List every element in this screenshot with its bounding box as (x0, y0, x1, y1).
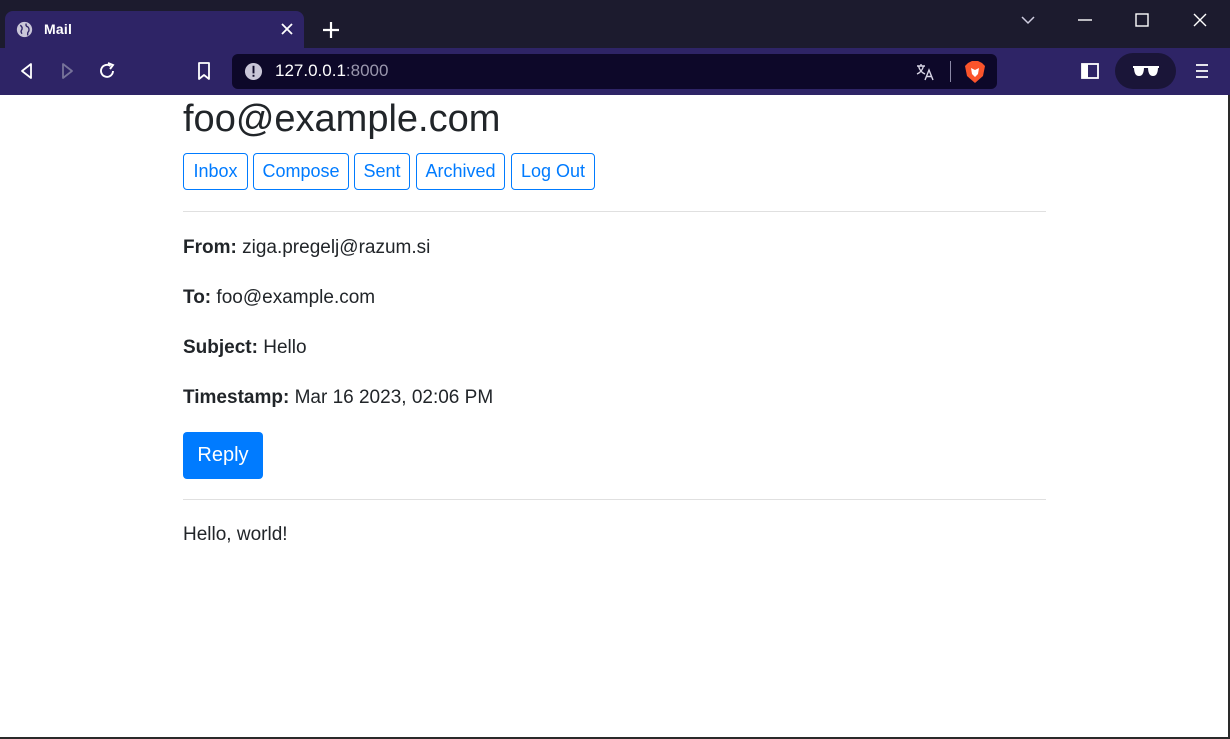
forward-icon[interactable] (56, 60, 78, 82)
timestamp-value: Mar 16 2023, 02:06 PM (294, 387, 494, 408)
window-close-icon[interactable] (1190, 10, 1210, 30)
divider (183, 211, 1046, 212)
account-title: foo@example.com (183, 98, 501, 140)
subject-label: Subject: (183, 337, 258, 358)
url-host: 127.0.0.1 (275, 61, 346, 80)
url-text: 127.0.0.1:8000 (275, 61, 388, 81)
sent-button[interactable]: Sent (354, 153, 410, 190)
info-warning-icon[interactable] (244, 62, 263, 81)
wallet-button[interactable] (1115, 53, 1176, 89)
url-separator (950, 61, 951, 82)
compose-button[interactable]: Compose (253, 153, 349, 190)
email-body: Hello, world! (183, 524, 288, 545)
close-icon[interactable] (280, 22, 294, 36)
brave-shield-icon[interactable] (964, 60, 986, 84)
bookmark-icon[interactable] (193, 60, 215, 82)
to-label: To: (183, 287, 212, 308)
chevron-down-icon[interactable] (1018, 10, 1038, 30)
menu-icon[interactable] (1191, 60, 1213, 82)
sidebar-icon[interactable] (1079, 60, 1101, 82)
reply-button[interactable]: Reply (183, 432, 263, 479)
plus-icon[interactable] (321, 20, 341, 40)
from-field: From: ziga.pregelj@razum.si (183, 237, 430, 259)
tab-strip: Mail (0, 0, 1230, 48)
subject-field: Subject: Hello (183, 337, 307, 359)
url-port: :8000 (345, 61, 389, 80)
tab-mail[interactable]: Mail (5, 11, 304, 48)
timestamp-field: Timestamp: Mar 16 2023, 02:06 PM (183, 387, 493, 409)
from-value: ziga.pregelj@razum.si (242, 237, 431, 258)
back-icon[interactable] (16, 60, 38, 82)
wallet-glasses-icon (1133, 66, 1159, 76)
archived-button[interactable]: Archived (416, 153, 505, 190)
address-bar[interactable]: 127.0.0.1:8000 (232, 54, 997, 89)
log-out-button[interactable]: Log Out (511, 153, 595, 190)
page-viewport: foo@example.com Inbox Compose Sent Archi… (0, 95, 1230, 739)
divider (183, 499, 1046, 500)
subject-value: Hello (263, 337, 307, 358)
globe-icon (16, 21, 33, 38)
browser-toolbar: 127.0.0.1:8000 (0, 48, 1230, 95)
minimize-icon[interactable] (1075, 10, 1095, 30)
maximize-icon[interactable] (1132, 10, 1152, 30)
inbox-button[interactable]: Inbox (183, 153, 248, 190)
to-value: foo@example.com (216, 287, 376, 308)
translate-icon[interactable] (915, 62, 935, 82)
browser-window: Mail 127.0.0.1:8000 foo@example.com Inbo… (0, 0, 1230, 739)
from-label: From: (183, 237, 237, 258)
to-field: To: foo@example.com (183, 287, 375, 309)
tab-title: Mail (44, 21, 73, 37)
reload-icon[interactable] (96, 60, 118, 82)
timestamp-label: Timestamp: (183, 387, 290, 408)
